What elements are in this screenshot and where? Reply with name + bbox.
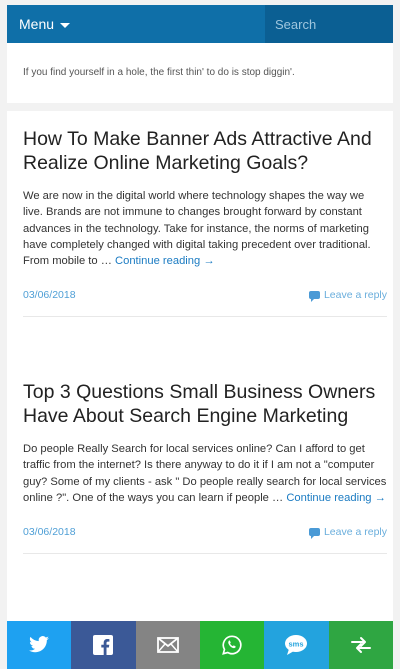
search-input[interactable] bbox=[265, 15, 393, 33]
comment-icon bbox=[308, 291, 320, 303]
share-twitter-button[interactable] bbox=[7, 621, 72, 669]
facebook-icon bbox=[93, 635, 114, 655]
post-excerpt: We are now in the digital world where te… bbox=[23, 188, 387, 269]
caret-down-icon bbox=[60, 22, 71, 28]
post-meta: 03/06/2018 Leave a reply bbox=[23, 287, 387, 303]
leave-reply-link[interactable]: Leave a reply bbox=[308, 289, 387, 303]
share-sms-button[interactable]: sms bbox=[264, 621, 329, 669]
post-date[interactable]: 03/06/2018 bbox=[23, 289, 76, 301]
post-divider bbox=[23, 316, 387, 318]
tagline-box: If you find yourself in a hole, the firs… bbox=[7, 43, 393, 103]
comment-icon bbox=[308, 528, 320, 540]
share-bar: sms bbox=[7, 621, 393, 669]
share-email-button[interactable] bbox=[135, 621, 200, 669]
twitter-icon bbox=[29, 636, 50, 653]
search-box bbox=[265, 5, 393, 43]
tagline-text: If you find yourself in a hole, the firs… bbox=[23, 67, 295, 78]
leave-reply-label: Leave a reply bbox=[323, 289, 387, 302]
share-icon bbox=[350, 637, 371, 653]
share-whatsapp-button[interactable] bbox=[199, 621, 265, 669]
leave-reply-link[interactable]: Leave a reply bbox=[308, 526, 387, 540]
posts-container: How To Make Banner Ads Attractive And Re… bbox=[7, 111, 393, 631]
top-navbar: Menu bbox=[7, 5, 393, 43]
leave-reply-label: Leave a reply bbox=[323, 526, 387, 539]
post-title[interactable]: How To Make Banner Ads Attractive And Re… bbox=[23, 127, 387, 175]
whatsapp-icon bbox=[222, 635, 242, 655]
svg-text:sms: sms bbox=[289, 640, 304, 649]
continue-reading-link[interactable]: Continue reading → bbox=[115, 255, 215, 267]
share-more-button[interactable] bbox=[328, 621, 393, 669]
post-excerpt: Do people Really Search for local servic… bbox=[23, 441, 387, 506]
post-title[interactable]: Top 3 Questions Small Business Owners Ha… bbox=[23, 380, 387, 428]
sms-icon: sms bbox=[285, 635, 308, 655]
email-icon bbox=[156, 637, 179, 653]
post-divider bbox=[23, 553, 387, 555]
menu-button[interactable]: Menu bbox=[7, 5, 265, 43]
post-article: Top 3 Questions Small Business Owners Ha… bbox=[23, 380, 387, 555]
post-meta: 03/06/2018 Leave a reply bbox=[23, 524, 387, 540]
menu-label: Menu bbox=[19, 16, 55, 32]
share-facebook-button[interactable] bbox=[71, 621, 136, 669]
post-date[interactable]: 03/06/2018 bbox=[23, 526, 76, 538]
continue-reading-link[interactable]: Continue reading → bbox=[286, 492, 386, 504]
post-article: How To Make Banner Ads Attractive And Re… bbox=[23, 127, 387, 318]
